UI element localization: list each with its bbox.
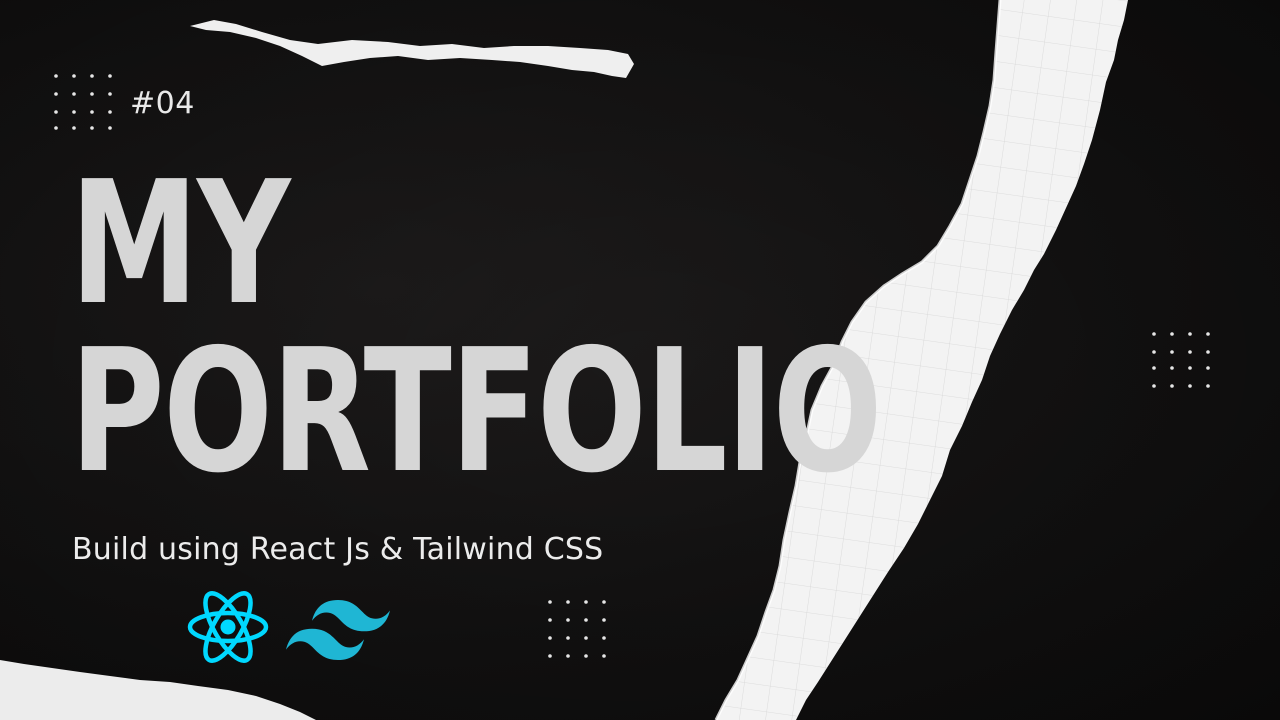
title-line-portfolio: PORTFOLIO	[70, 313, 882, 511]
episode-tag: #04	[130, 86, 195, 121]
tailwind-logo-icon	[286, 600, 390, 660]
title-line-my: MY	[70, 145, 291, 343]
subtitle: Build using React Js & Tailwind CSS	[72, 532, 604, 567]
react-logo-icon	[187, 591, 269, 663]
page-title: MY PORTFOLIO	[70, 145, 882, 511]
thumbnail-canvas: #04 MY PORTFOLIO Build using React Js & …	[0, 0, 1280, 720]
